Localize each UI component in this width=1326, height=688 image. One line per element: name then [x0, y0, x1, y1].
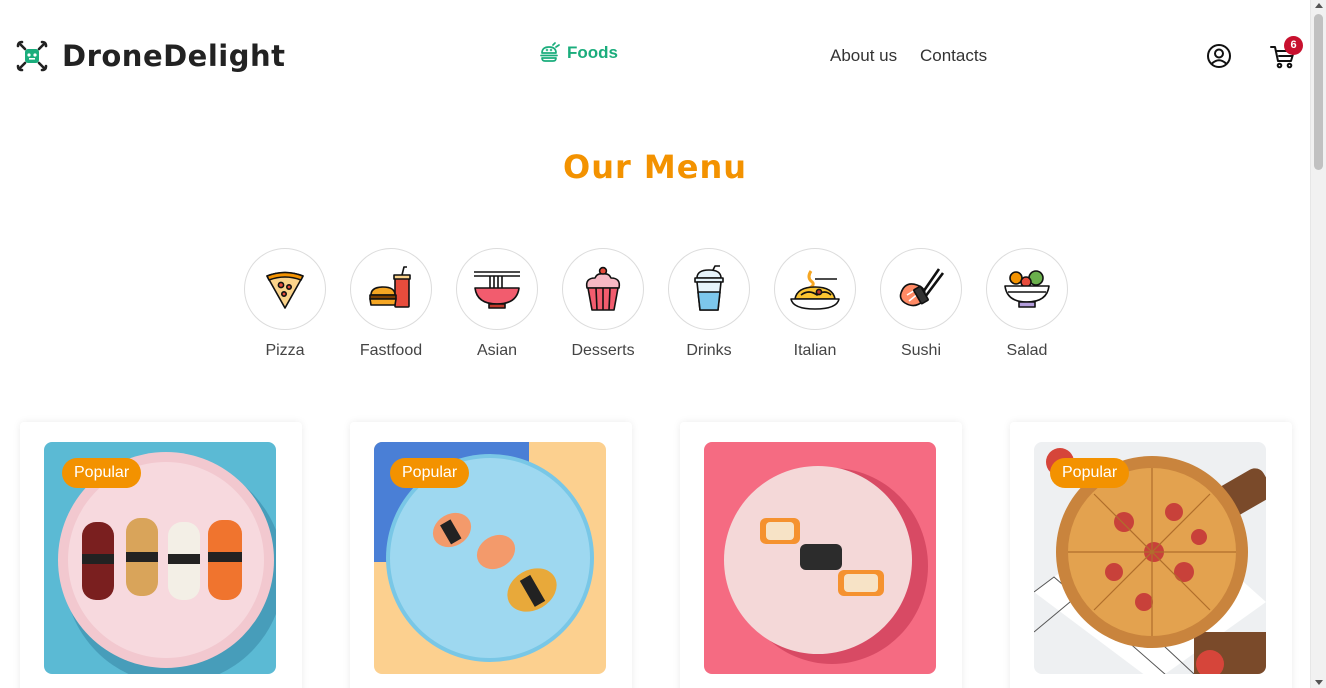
- category-icon-circle: [880, 248, 962, 330]
- scroll-up-arrow-icon[interactable]: [1315, 3, 1323, 8]
- brand-logo[interactable]: DroneDelight: [16, 38, 286, 74]
- nav-about-link[interactable]: About us: [830, 46, 897, 66]
- category-label: Sushi: [900, 342, 942, 359]
- category-label: Asian: [476, 342, 518, 359]
- category-drinks[interactable]: Drinks: [668, 248, 750, 360]
- fastfood-icon: [369, 266, 411, 308]
- nav-foods-link[interactable]: Foods: [539, 42, 618, 64]
- spaghetti-icon: [790, 270, 840, 310]
- category-sushi[interactable]: Sushi: [880, 248, 962, 360]
- nav-foods-label: Foods: [567, 43, 618, 62]
- scroll-down-arrow-icon[interactable]: [1315, 680, 1323, 685]
- brand-name: DroneDelight: [62, 39, 286, 73]
- popular-badge: Popular: [62, 458, 142, 488]
- user-icon[interactable]: [1206, 43, 1232, 69]
- category-icon-circle: [668, 248, 750, 330]
- popular-badge: Popular: [390, 458, 470, 488]
- category-label: Desserts: [571, 342, 635, 359]
- category-asian[interactable]: Asian: [456, 248, 538, 360]
- product-card[interactable]: Popular: [1010, 422, 1292, 688]
- category-label: Salad: [1006, 342, 1048, 359]
- site-header: DroneDelight Foods About us Contacts 6: [0, 0, 1310, 112]
- category-icon-circle: [350, 248, 432, 330]
- category-italian[interactable]: Italian: [774, 248, 856, 360]
- product-image[interactable]: [704, 442, 936, 674]
- drone-icon: [16, 40, 48, 72]
- scrollbar-thumb[interactable]: [1314, 14, 1323, 170]
- category-icon-circle: [562, 248, 644, 330]
- nav-contacts-link[interactable]: Contacts: [920, 46, 987, 66]
- vertical-scrollbar[interactable]: [1310, 0, 1326, 688]
- category-icon-circle: [774, 248, 856, 330]
- category-label: Italian: [793, 342, 837, 359]
- category-pizza[interactable]: Pizza: [244, 248, 326, 360]
- category-label: Pizza: [265, 342, 305, 359]
- product-card[interactable]: [680, 422, 962, 688]
- menu-title: Our Menu: [562, 148, 747, 186]
- product-card[interactable]: Popular: [350, 422, 632, 688]
- category-salad[interactable]: Salad: [986, 248, 1068, 360]
- category-label: Fastfood: [359, 342, 423, 359]
- noodle-bowl-icon: [474, 271, 520, 309]
- product-card[interactable]: Popular: [20, 422, 302, 688]
- burger-icon: [540, 42, 560, 62]
- category-desserts[interactable]: Desserts: [562, 248, 644, 360]
- pizza-icon: [266, 271, 304, 309]
- drink-cup-icon: [694, 265, 724, 311]
- cart-count-badge: 6: [1284, 36, 1303, 55]
- salad-bowl-icon: [1004, 270, 1050, 308]
- category-icon-circle: [244, 248, 326, 330]
- category-fastfood[interactable]: Fastfood: [350, 248, 432, 360]
- category-icon-circle: [456, 248, 538, 330]
- sushi-icon: [899, 268, 945, 307]
- cupcake-icon: [585, 266, 621, 311]
- category-label: Drinks: [686, 342, 732, 359]
- popular-badge: Popular: [1050, 458, 1130, 488]
- category-icon-circle: [986, 248, 1068, 330]
- maki-rolls-image: [704, 442, 936, 674]
